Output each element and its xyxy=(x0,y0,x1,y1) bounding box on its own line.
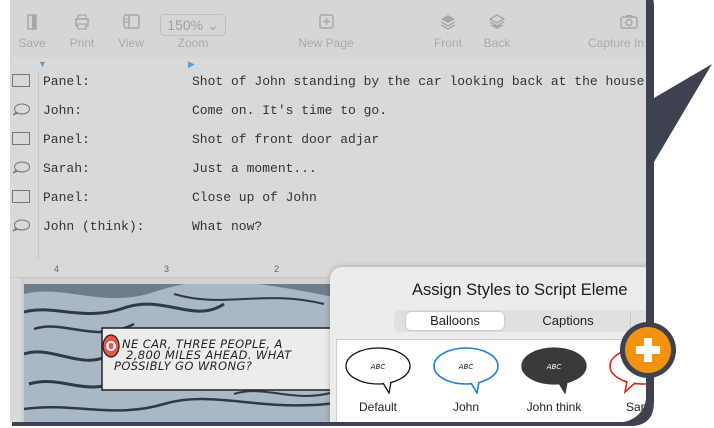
tab-ruler: ▼ ▶ xyxy=(10,58,646,70)
style-name: Sarah xyxy=(625,400,646,414)
caption-drop-cap: O xyxy=(105,340,116,355)
save-label: Save xyxy=(18,36,46,50)
plus-icon xyxy=(625,327,671,373)
capture-button[interactable]: Capture In xyxy=(588,14,646,50)
zoom-control[interactable]: 150% ⌄ Zoom xyxy=(158,14,228,50)
back-label: Back xyxy=(483,36,511,50)
row-speaker: Sarah: xyxy=(43,161,90,176)
balloon-preview: ABC xyxy=(345,347,411,395)
row-text: Come on. It's time to go. xyxy=(192,103,388,118)
vertical-ruler xyxy=(10,278,23,422)
balloon-preview: ABC xyxy=(521,347,587,395)
style-john[interactable]: ABC John xyxy=(425,346,507,414)
panel-icon xyxy=(12,132,30,145)
balloon-icon xyxy=(12,219,30,232)
row-text: Close up of John xyxy=(192,190,317,205)
balloon-preview-text: ABC xyxy=(546,363,562,371)
tab-stop-icon[interactable]: ▶ xyxy=(188,59,195,69)
caption-line: POSSIBLY GO WRONG? xyxy=(114,359,252,373)
new-page-icon xyxy=(294,14,358,36)
style-default[interactable]: ABC Default xyxy=(337,346,419,414)
comic-panel-artwork[interactable]: O NE CAR, THREE PEOPLE, A 2,800 MILES AH… xyxy=(24,284,344,422)
print-icon xyxy=(65,14,99,36)
new-page-label: New Page xyxy=(298,36,354,50)
save-icon xyxy=(16,14,48,36)
dialog-title: Assign Styles to Script Eleme xyxy=(412,281,628,299)
add-button[interactable] xyxy=(620,322,676,378)
style-name: John xyxy=(452,400,480,414)
balloon-icon xyxy=(12,161,30,174)
camera-icon xyxy=(620,14,646,36)
view-button[interactable]: View xyxy=(114,14,148,50)
back-icon xyxy=(480,14,514,36)
balloon-preview-text: ABC xyxy=(458,363,474,371)
assign-styles-dialog: Assign Styles to Script Eleme Balloons C… xyxy=(330,267,646,422)
ruler-mark: 2 xyxy=(274,264,280,274)
row-text: Just a moment... xyxy=(192,161,317,176)
new-page-button[interactable]: New Page xyxy=(294,14,358,50)
row-speaker: Panel: xyxy=(43,132,90,147)
panel-icon xyxy=(12,74,30,87)
row-speaker: John: xyxy=(43,103,83,118)
script-editor[interactable]: ▼ ▶ Panel: Shot of John standing by the … xyxy=(10,58,646,263)
style-category-tabs: Balloons Captions Le xyxy=(394,310,646,332)
zoom-label: Zoom xyxy=(177,36,209,50)
row-speaker: Panel: xyxy=(43,190,90,205)
chevron-down-icon: ⌄ xyxy=(206,17,219,33)
tab-captions[interactable]: Captions xyxy=(516,312,620,330)
tab-balloons[interactable]: Balloons xyxy=(406,312,504,330)
front-label: Front xyxy=(433,36,462,50)
row-speaker: Panel: xyxy=(43,74,90,89)
row-text: Shot of John standing by the car looking… xyxy=(192,74,646,89)
style-name: John think xyxy=(526,400,582,414)
style-john-think[interactable]: ABC John think xyxy=(513,346,595,414)
view-label: View xyxy=(118,36,144,50)
balloon-preview: ABC xyxy=(433,347,499,396)
ruler-mark: 3 xyxy=(164,264,170,274)
ruler-mark: 4 xyxy=(54,264,60,274)
print-label: Print xyxy=(69,36,95,50)
save-button[interactable]: Save xyxy=(16,14,48,50)
indent-marker-icon[interactable]: ▼ xyxy=(38,59,47,69)
zoom-icon: 150% ⌄ xyxy=(158,14,228,36)
balloon-icon xyxy=(12,103,30,116)
balloon-preview-text: ABC xyxy=(370,363,386,371)
style-name: Default xyxy=(358,400,398,414)
back-button[interactable]: Back xyxy=(480,14,514,50)
margin-line xyxy=(38,70,39,260)
toolbar: Save Print View 150% ⌄ Zoom New Page Fro… xyxy=(10,0,646,59)
zoom-select[interactable]: 150% ⌄ xyxy=(160,14,226,36)
row-text: Shot of front door adjar xyxy=(192,132,380,147)
balloon-style-grid: ABC Default ABC John ABC John think Sar xyxy=(336,339,646,422)
view-icon xyxy=(114,14,148,36)
front-icon xyxy=(430,14,466,36)
zoom-value: 150% xyxy=(167,17,204,33)
row-speaker: John (think): xyxy=(43,219,145,234)
print-button[interactable]: Print xyxy=(65,14,99,50)
panel-icon xyxy=(12,190,30,203)
front-button[interactable]: Front xyxy=(430,14,466,50)
app-window: Save Print View 150% ⌄ Zoom New Page Fro… xyxy=(10,0,646,422)
row-text: What now? xyxy=(192,219,263,234)
capture-label: Capture In xyxy=(588,36,645,50)
